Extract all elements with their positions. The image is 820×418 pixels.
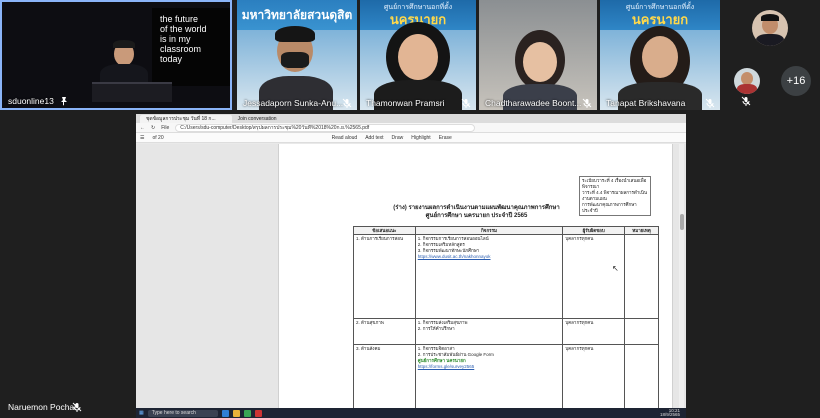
meeting-stage: the future of the world is in my classro… xyxy=(0,0,820,418)
more-participants-button[interactable]: +16 xyxy=(781,66,811,96)
participant-head xyxy=(398,34,438,80)
self-name: Naruemon Pochai xyxy=(8,402,77,412)
mic-off-icon xyxy=(741,96,751,106)
mouse-cursor-icon: ↖ xyxy=(612,264,619,273)
row-owner: บุคลากรทุกคน xyxy=(562,234,626,319)
row-note xyxy=(624,318,659,345)
row-activities: 1. กิจกรรมจิตอาสา 2. การประชาสัมพันธ์ผ่า… xyxy=(414,344,564,408)
edge-icon[interactable] xyxy=(221,409,229,417)
pdf-toolbar: ☰ of 20 Read aloud Add text Draw Highlig… xyxy=(136,133,686,143)
title-line: (ร่าง) รายงานผลการดำเนินงานตามแผนพัฒนาคุ… xyxy=(393,205,560,211)
participant-name: Tanapat Brikshavana xyxy=(606,98,686,108)
highlight-button[interactable]: Highlight xyxy=(411,135,430,141)
mic-off-icon xyxy=(461,98,471,108)
table-row: 3. ด้านสังคม 1. กิจกรรมจิตอาสา 2. การประ… xyxy=(353,344,659,408)
page-info: of 20 xyxy=(152,134,164,141)
row-topic: 3. ด้านสังคม xyxy=(353,344,416,408)
row-activities: 1. กิจกรรมการเรียนการสอนออนไลน์ 2. กิจกร… xyxy=(414,234,564,319)
banner-university: มหาวิทยาลัยสวนดุสิต xyxy=(241,8,353,22)
row-activities: 1. กิจกรรมส่งเสริมสุขภาพ 2. การให้คำปรึก… xyxy=(414,318,564,345)
table-header-row: ข้อเสนอแนะ กิจกรรม ผู้รับผิดชอบ หมายเหตุ xyxy=(353,226,659,235)
video-tile-participant[interactable]: ศูนย์การศึกษานอกที่ตั้ง นครนายก Thamonwa… xyxy=(360,0,476,110)
presenter-hair xyxy=(113,40,135,48)
refresh-icon[interactable]: ↻ xyxy=(151,125,155,131)
url-field[interactable]: C:/Users/sdu-computer/Desktop/สรุปผลการป… xyxy=(175,123,476,132)
participant-head xyxy=(523,42,557,82)
row-owner: บุคลากรทุกคน xyxy=(562,344,626,408)
participant-hair xyxy=(275,26,315,42)
document-link[interactable]: https://forms.gle/survey2565 xyxy=(418,364,561,370)
mic-off-icon xyxy=(705,98,715,108)
scrollbar-thumb[interactable] xyxy=(680,214,684,230)
video-tile-participant[interactable]: Chadtharawadee Boont... xyxy=(479,0,597,110)
erase-button[interactable]: Erase xyxy=(439,135,452,141)
board-line: the future xyxy=(160,14,199,24)
menu-icon[interactable]: ☰ xyxy=(140,135,144,141)
board-line: of the world xyxy=(160,24,207,34)
plan-table: ข้อเสนอแนะ กิจกรรม ผู้รับผิดชอบ หมายเหตุ… xyxy=(353,226,659,408)
participant-avatar[interactable] xyxy=(734,68,760,94)
row-note xyxy=(624,234,659,319)
document-title: (ร่าง) รายงานผลการดำเนินงานตามแผนพัฒนาคุ… xyxy=(279,204,674,220)
classroom-board: the future of the world is in my classro… xyxy=(152,8,230,86)
note-line: วาระที่ 4.4 พิจารณาผลการดำเนินงานตามแผน xyxy=(582,190,648,201)
mic-off-icon[interactable] xyxy=(72,402,82,412)
table-row: 1. ด้านการเรียนการสอน 1. กิจกรรมการเรียน… xyxy=(353,234,659,319)
video-tile-participant[interactable]: ศูนย์การศึกษานอกที่ตั้ง นครนายก Tanapat … xyxy=(600,0,720,110)
participant-avatar[interactable] xyxy=(752,10,788,46)
column-header: กิจกรรม xyxy=(414,226,564,235)
mic-off-icon xyxy=(342,98,352,108)
draw-button[interactable]: Draw xyxy=(392,135,404,141)
participant-name: sduonline13 xyxy=(8,96,54,106)
address-bar: ← ↻ File C:/Users/sdu-computer/Desktop/ส… xyxy=(136,123,686,133)
pdf-viewport[interactable]: ระเบียบวาระที่ 4 เรื่องนำเสนอเพื่อพิจารณ… xyxy=(136,144,686,408)
browser-tab[interactable]: Join conversation xyxy=(232,115,293,123)
windows-taskbar: ▦ Type here to search 10:21 18/9/2565 xyxy=(136,408,686,418)
windows-start-icon[interactable]: ▦ xyxy=(139,410,144,416)
row-topic: 1. ด้านการเรียนการสอน xyxy=(353,234,416,319)
scrollbar[interactable] xyxy=(679,144,684,408)
taskbar-clock[interactable]: 10:21 18/9/2565 xyxy=(659,408,680,417)
video-tile-presenter[interactable]: the future of the world is in my classro… xyxy=(0,0,232,110)
read-aloud-button[interactable]: Read aloud xyxy=(332,135,358,141)
back-icon[interactable]: ← xyxy=(140,125,145,131)
title-line: ศูนย์การศึกษา นครนายก ประจำปี 2565 xyxy=(425,213,528,219)
document-link[interactable]: https://www.dusit.ac.th/nakhonnayok xyxy=(418,254,561,260)
shared-screen: ชุดข้อมูลการประชุม วันที่ 18 ก... Join c… xyxy=(136,114,686,418)
video-tile-participant[interactable]: มหาวิทยาลัยสวนดุสิต Jessadaporn Sunka-An… xyxy=(237,0,357,110)
browser-tab[interactable]: ชุดข้อมูลการประชุม วันที่ 18 ก... xyxy=(140,114,232,123)
row-note xyxy=(624,344,659,408)
participant-name: Thamonwan Pramsri xyxy=(366,98,445,108)
file-label: File xyxy=(161,124,170,131)
participant-head xyxy=(642,36,678,78)
board-line: today xyxy=(160,54,183,64)
board-line: is in my xyxy=(160,34,191,44)
folder-icon[interactable] xyxy=(232,409,240,417)
board-text: the future of the world is in my classro… xyxy=(152,8,230,70)
board-line: classroom xyxy=(160,44,202,54)
add-text-button[interactable]: Add text xyxy=(365,135,383,141)
meet-icon[interactable] xyxy=(243,409,251,417)
face-mask xyxy=(281,52,309,68)
clock-date: 18/9/2565 xyxy=(659,412,680,417)
table-row: 2. ด้านสุขภาพ 1. กิจกรรมส่งเสริมสุขภาพ 2… xyxy=(353,318,659,345)
column-header: ผู้รับผิดชอบ xyxy=(562,226,626,235)
mic-off-icon xyxy=(582,98,592,108)
pdf-page: ระเบียบวาระที่ 4 เรื่องนำเสนอเพื่อพิจารณ… xyxy=(278,144,673,408)
column-header: หมายเหตุ xyxy=(624,226,659,235)
browser-tabbar: ชุดข้อมูลการประชุม วันที่ 18 ก... Join c… xyxy=(136,114,686,123)
participant-name: Jessadaporn Sunka-Anu... xyxy=(243,98,344,108)
desk xyxy=(92,82,172,102)
activity-item: 2. การให้คำปรึกษา xyxy=(417,326,455,331)
participant-name: Chadtharawadee Boont... xyxy=(485,98,582,108)
pdf-icon[interactable] xyxy=(254,409,262,417)
note-line: ระเบียบวาระที่ 4 เรื่องนำเสนอเพื่อพิจารณ… xyxy=(582,178,647,189)
row-topic: 2. ด้านสุขภาพ xyxy=(353,318,416,345)
pin-icon[interactable] xyxy=(59,96,69,106)
column-header: ข้อเสนอแนะ xyxy=(353,226,416,235)
row-owner: บุคลากรทุกคน xyxy=(562,318,626,345)
taskbar-search[interactable]: Type here to search xyxy=(147,409,218,417)
